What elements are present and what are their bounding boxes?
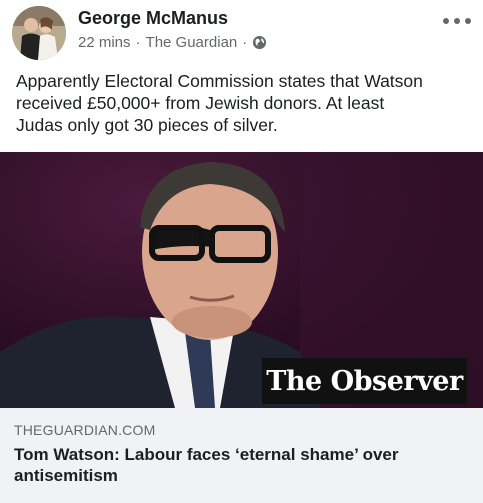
observer-logo: The Observer [262, 358, 467, 404]
avatar[interactable] [12, 6, 66, 60]
meta-separator: · [135, 34, 141, 51]
author-name[interactable]: George McManus [78, 8, 228, 29]
link-preview-caption[interactable]: THEGUARDIAN.COM Tom Watson: Labour faces… [0, 408, 483, 503]
post-time[interactable]: 22 mins [78, 34, 131, 51]
link-title[interactable]: Tom Watson: Labour faces ‘eternal shame’… [14, 444, 469, 486]
post-source[interactable]: The Guardian [146, 34, 238, 51]
link-domain: THEGUARDIAN.COM [14, 422, 156, 438]
globe-icon [252, 35, 267, 50]
more-options-icon[interactable] [443, 12, 471, 30]
post-text: Apparently Electoral Commission states t… [16, 71, 423, 135]
post-meta: 22 mins · The Guardian · [78, 34, 267, 51]
facebook-post: George McManus 22 mins · The Guardian · … [0, 0, 483, 503]
post-header: George McManus 22 mins · The Guardian · [0, 0, 483, 62]
meta-separator: · [242, 34, 248, 51]
